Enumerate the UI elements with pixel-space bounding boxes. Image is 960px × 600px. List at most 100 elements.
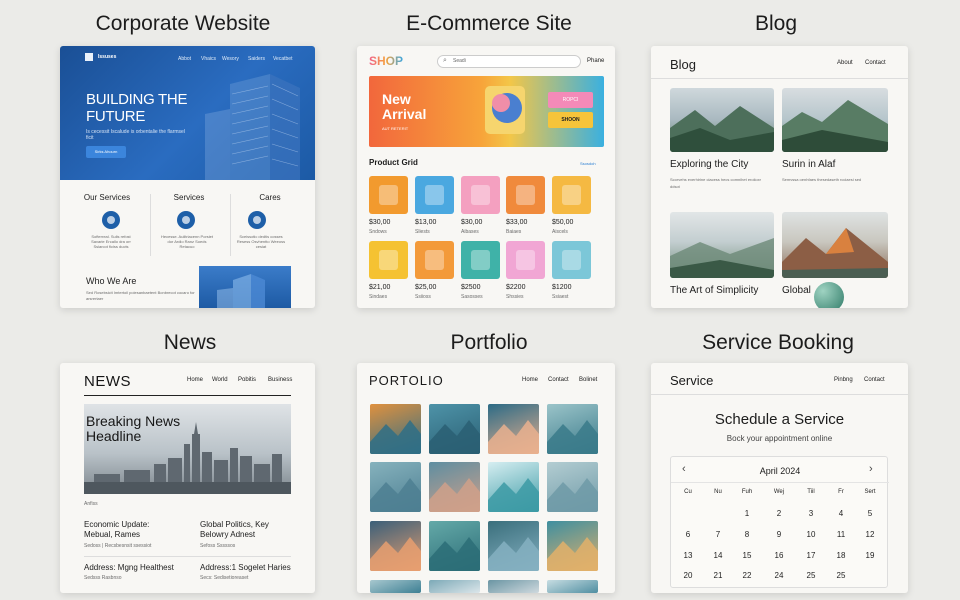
blog-image-4[interactable] — [782, 212, 888, 278]
product-grid-link[interactable]: Ssosdoh — [580, 161, 596, 166]
calendar-day[interactable]: 2 — [767, 509, 791, 518]
calendar-day[interactable]: 1 — [735, 509, 759, 518]
calendar-next-button[interactable]: › — [869, 463, 873, 475]
shop-banner[interactable]: New Arrival AUT RETERIT ROPCI SHOON — [369, 76, 604, 147]
service-card[interactable]: Service Pinbng Contact Schedule a Servic… — [651, 363, 908, 593]
product-tile[interactable] — [506, 241, 545, 279]
corporate-nav-2[interactable]: Vhaics — [201, 56, 216, 62]
portfolio-tile[interactable] — [488, 462, 539, 512]
calendar-day[interactable]: 25 — [799, 571, 823, 580]
news-nav-home[interactable]: Home — [187, 377, 203, 383]
news-nav-politics[interactable]: Pobitis — [238, 377, 256, 383]
calendar-day[interactable]: 12 — [858, 530, 882, 539]
corporate-nav-1[interactable]: Abbot — [178, 56, 191, 62]
product-tile[interactable] — [415, 241, 454, 279]
portfolio-tile[interactable] — [370, 404, 421, 454]
calendar-day[interactable]: 20 — [676, 571, 700, 580]
corporate-card[interactable]: Issuses Abbot Vhaics Wesory Saiders Veca… — [60, 46, 315, 308]
portfolio-tile[interactable] — [429, 521, 480, 571]
portfolio-nav-home[interactable]: Home — [522, 377, 538, 383]
portfolio-tile[interactable] — [370, 521, 421, 571]
product-tile[interactable] — [506, 176, 545, 214]
portfolio-tile[interactable] — [488, 580, 539, 593]
service-nav-contact[interactable]: Contact — [864, 377, 885, 383]
calendar-day[interactable]: 22 — [735, 571, 759, 580]
portfolio-tile[interactable] — [429, 462, 480, 512]
calendar-day[interactable]: 6 — [676, 530, 700, 539]
banner-button-2[interactable]: SHOON — [548, 112, 593, 128]
calendar-day[interactable]: 21 — [706, 571, 730, 580]
shop-nav-phone[interactable]: Phane — [587, 58, 604, 64]
portfolio-tile[interactable] — [547, 580, 598, 593]
product-tile[interactable] — [369, 241, 408, 279]
calendar-day[interactable]: 19 — [858, 551, 882, 560]
news-story-title-2[interactable]: Global Politics, Key Belowry Adnest — [200, 520, 290, 540]
blog-card[interactable]: Blog About Contact Exploring the City Sc… — [651, 46, 908, 308]
corporate-logo[interactable]: Issuses — [98, 54, 116, 60]
blog-image-2[interactable] — [782, 88, 888, 152]
blog-image-3[interactable] — [670, 212, 774, 278]
calendar[interactable]: ‹ April 2024 › Cu Nu Fuh Wej Tiil Fr Sert 1 2 3 4 5… — [670, 456, 889, 588]
calendar-day[interactable]: 11 — [829, 530, 853, 539]
product-tile[interactable] — [552, 176, 591, 214]
service-nav-pricing[interactable]: Pinbng — [834, 377, 853, 383]
blog-post-title-2[interactable]: Surin in Alaf — [782, 159, 835, 170]
blog-nav-contact[interactable]: Contact — [865, 60, 886, 66]
corporate-nav-3[interactable]: Wesory — [222, 56, 239, 62]
calendar-day[interactable]: 17 — [799, 551, 823, 560]
shop-logo[interactable]: SHOP — [369, 54, 403, 68]
shop-search-input[interactable]: ⌕ Seadi — [437, 55, 581, 68]
blog-post-title-1[interactable]: Exploring the City — [670, 159, 748, 170]
news-story-title-3[interactable]: Address: Mgng Healthest — [84, 563, 184, 572]
news-story-title-4[interactable]: Address:1 Sogelet Haries — [200, 563, 300, 572]
blog-post-title-4[interactable]: Global — [782, 285, 811, 296]
calendar-day[interactable]: 9 — [767, 530, 791, 539]
portfolio-logo[interactable]: PORTOLIO — [369, 373, 444, 388]
calendar-day[interactable]: 3 — [799, 509, 823, 518]
product-tile[interactable] — [461, 176, 500, 214]
calendar-day[interactable]: 14 — [706, 551, 730, 560]
portfolio-tile[interactable] — [488, 404, 539, 454]
blog-post-title-3[interactable]: The Art of Simplicity — [670, 285, 758, 296]
blog-logo[interactable]: Blog — [670, 57, 696, 72]
calendar-day[interactable]: 18 — [829, 551, 853, 560]
calendar-day[interactable]: 15 — [735, 551, 759, 560]
portfolio-nav-bolinet[interactable]: Bolinet — [579, 377, 597, 383]
product-tile[interactable] — [369, 176, 408, 214]
portfolio-tile[interactable] — [370, 580, 421, 593]
calendar-day[interactable]: 25 — [829, 571, 853, 580]
portfolio-tile[interactable] — [547, 462, 598, 512]
calendar-day[interactable]: 5 — [858, 509, 882, 518]
calendar-day[interactable]: 10 — [799, 530, 823, 539]
banner-button-1[interactable]: ROPCI — [548, 92, 593, 108]
news-card[interactable]: NEWS Home World Pobitis Business Breakin… — [60, 363, 315, 593]
calendar-day[interactable]: 13 — [676, 551, 700, 560]
portfolio-tile[interactable] — [370, 462, 421, 512]
product-tile[interactable] — [461, 241, 500, 279]
portfolio-card[interactable]: PORTOLIO Home Contact Bolinet — [357, 363, 615, 593]
calendar-day[interactable]: 24 — [767, 571, 791, 580]
service-logo[interactable]: Service — [670, 373, 713, 388]
portfolio-tile[interactable] — [429, 580, 480, 593]
corporate-nav-4[interactable]: Saiders — [248, 56, 265, 62]
portfolio-tile[interactable] — [488, 521, 539, 571]
blog-nav-about[interactable]: About — [837, 60, 853, 66]
corporate-hero-button[interactable]: Sirks Ahourn — [86, 146, 126, 158]
news-nav-world[interactable]: World — [212, 377, 228, 383]
news-logo[interactable]: NEWS — [84, 373, 131, 390]
blog-image-1[interactable] — [670, 88, 774, 152]
product-tile[interactable] — [415, 176, 454, 214]
product-tile[interactable] — [552, 241, 591, 279]
calendar-day[interactable]: 4 — [829, 509, 853, 518]
news-story-title-1[interactable]: Economic Update: Mebual, Rames — [84, 520, 174, 540]
corporate-nav-5[interactable]: Vecatbet — [273, 56, 292, 62]
calendar-day[interactable]: 7 — [706, 530, 730, 539]
portfolio-tile[interactable] — [547, 404, 598, 454]
news-hero-image[interactable]: Breaking News Headline — [84, 404, 291, 494]
portfolio-tile[interactable] — [547, 521, 598, 571]
calendar-day[interactable]: 8 — [735, 530, 759, 539]
portfolio-nav-contact[interactable]: Contact — [548, 377, 569, 383]
ecommerce-card[interactable]: SHOP ⌕ Seadi Phane New Arrival AUT RETER… — [357, 46, 615, 308]
news-nav-business[interactable]: Business — [268, 377, 292, 383]
portfolio-tile[interactable] — [429, 404, 480, 454]
